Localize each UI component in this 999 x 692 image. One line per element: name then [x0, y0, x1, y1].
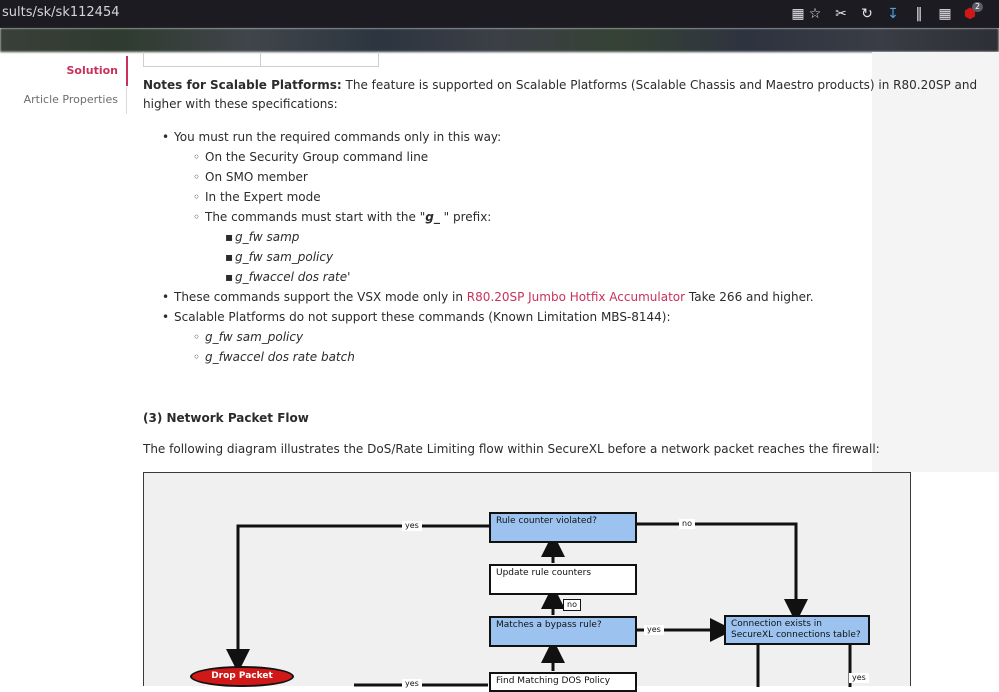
- label-yes: yes: [849, 673, 869, 683]
- diagram-box-bypass-rule: Matches a bypass rule?: [489, 616, 637, 647]
- blurred-bookmarks-bar: [0, 28, 999, 52]
- bullet-text: Take 266 and higher.: [685, 290, 814, 304]
- download-icon[interactable]: ↧: [885, 6, 901, 22]
- list-item: You must run the required commands only …: [162, 128, 502, 147]
- bullet-text: In the Expert mode: [205, 190, 321, 204]
- packet-flow-diagram: Rule counter violated? Update rule count…: [143, 472, 911, 692]
- bullet-text: On the Security Group command line: [205, 150, 429, 164]
- bookmark-star-icon[interactable]: ☆: [807, 6, 823, 22]
- right-gutter: [872, 52, 999, 472]
- list-item: On SMO member: [193, 168, 308, 187]
- diagram-box-find-policy: Find Matching DOS Policy: [489, 672, 637, 692]
- connector-yes-drop: [226, 524, 489, 673]
- sidebar-item-solution[interactable]: Solution: [67, 64, 119, 77]
- diagram-box-update-counters: Update rule counters: [489, 564, 637, 595]
- list-item: On the Security Group command line: [193, 148, 429, 167]
- label-no: no: [563, 599, 581, 611]
- table-remnant-divider: [260, 52, 261, 67]
- command-text: g_fw samp: [235, 230, 300, 244]
- extension-badge: 2: [972, 2, 984, 12]
- sidebar-item-article-properties[interactable]: Article Properties: [24, 93, 118, 106]
- article-sidebar: Solution Article Properties: [0, 52, 128, 152]
- qr-code-icon[interactable]: ▦: [790, 6, 806, 22]
- library-icon[interactable]: ‖: [911, 6, 927, 22]
- notes-intro-line2: higher with these specifications:: [143, 97, 338, 111]
- screenshot-icon[interactable]: ✂: [833, 6, 849, 22]
- list-item: g_fw samp: [225, 228, 300, 247]
- bullet-text: On SMO member: [205, 170, 308, 184]
- diagram-oval-drop-packet: Drop Packet: [190, 666, 294, 687]
- diagram-box-connection-exists: Connection exists in SecureXL connection…: [724, 615, 870, 645]
- section-description: The following diagram illustrates the Do…: [143, 442, 880, 456]
- table-remnant: [143, 52, 379, 67]
- bullet-text: Scalable Platforms do not support these …: [174, 310, 671, 324]
- notes-heading: Notes for Scalable Platforms:: [143, 78, 342, 92]
- bullet-text: The commands must start with the ": [205, 210, 426, 224]
- extensions-grid-icon[interactable]: ▦: [937, 6, 953, 22]
- section-heading: (3) Network Packet Flow: [143, 411, 309, 425]
- list-item: The commands must start with the "g_ " p…: [193, 208, 492, 227]
- list-item: In the Expert mode: [193, 188, 321, 207]
- list-item: g_fwaccel dos rate batch: [193, 348, 355, 367]
- bullet-text: These commands support the VSX mode only…: [174, 290, 467, 304]
- diagram-box-rule-counter: Rule counter violated?: [489, 512, 637, 543]
- list-item: g_fw sam_policy: [193, 328, 304, 347]
- jumbo-hotfix-link[interactable]: R80.20SP Jumbo Hotfix Accumulator: [467, 290, 685, 304]
- label-yes: yes: [402, 521, 422, 531]
- prefix-code: g_: [425, 210, 440, 224]
- reload-icon[interactable]: ↻: [859, 6, 875, 22]
- connector-no-connection: [636, 522, 808, 623]
- list-item: Scalable Platforms do not support these …: [162, 308, 671, 327]
- bullet-text: " prefix:: [439, 210, 492, 224]
- notes-paragraph: Notes for Scalable Platforms: The featur…: [143, 76, 977, 95]
- bullet-text: You must run the required commands only …: [174, 130, 502, 144]
- label-yes: yes: [402, 679, 422, 689]
- command-text: g_fwaccel dos rate batch: [205, 350, 355, 364]
- sidebar-active-indicator: [126, 56, 128, 86]
- command-text: g_fw sam_policy: [235, 250, 334, 264]
- command-text: g_fwaccel dos rate': [235, 270, 351, 284]
- command-text: g_fw sam_policy: [205, 330, 304, 344]
- list-item: g_fwaccel dos rate': [225, 268, 351, 287]
- list-item: g_fw sam_policy: [225, 248, 334, 267]
- browser-toolbar: sults/sk/sk112454 ▦ ☆ ✂ ↻ ↧ ‖ ▦ ⬢ 2: [0, 0, 999, 28]
- label-no: no: [679, 519, 695, 529]
- sidebar-divider: [126, 87, 127, 114]
- label-yes: yes: [644, 625, 664, 635]
- url-text[interactable]: sults/sk/sk112454: [2, 5, 119, 20]
- notes-intro-line1: The feature is supported on Scalable Pla…: [341, 78, 978, 92]
- list-item: These commands support the VSX mode only…: [162, 288, 814, 307]
